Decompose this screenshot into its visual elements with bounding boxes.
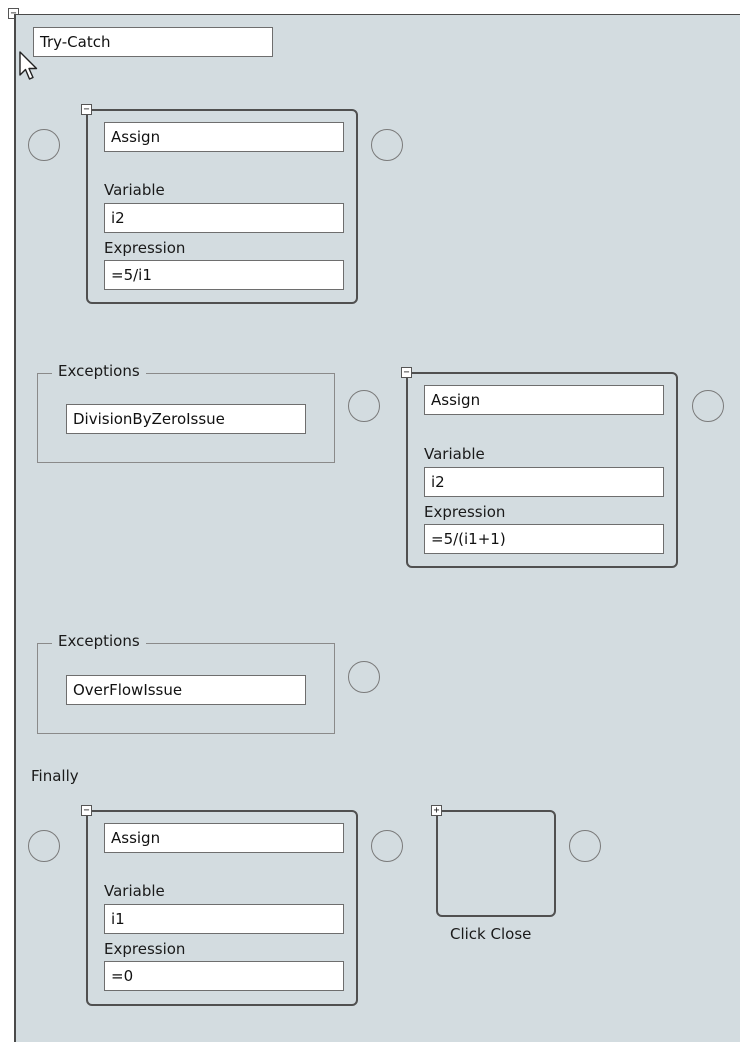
finally-collapsed-expand-toggle[interactable]: + (431, 805, 442, 816)
catch-2-exceptions-group: Exceptions OverFlowIssue (37, 632, 335, 734)
finally-assign-collapse-toggle[interactable]: − (81, 805, 92, 816)
finally-label: Finally (31, 767, 79, 785)
finally-collapsed-activity-caption: Click Close (450, 925, 532, 943)
finally-connector-right[interactable] (569, 830, 601, 862)
try-assign-variable-label: Variable (104, 181, 165, 199)
finally-connector-middle[interactable] (371, 830, 403, 862)
try-connector-right[interactable] (371, 129, 403, 161)
catch-2-connector[interactable] (348, 661, 380, 693)
finally-connector-left[interactable] (28, 830, 60, 862)
mouse-pointer-icon (19, 51, 38, 80)
catch-1-exceptions-group: Exceptions DivisionByZeroIssue (37, 362, 335, 463)
finally-assign-expression-field[interactable]: =0 (104, 961, 344, 991)
finally-collapsed-activity[interactable]: + (431, 805, 556, 917)
catch-1-assign-activity[interactable]: − Assign Variable i2 Expression =5/(i1+1… (401, 367, 678, 568)
catch-1-assign-expression-field[interactable]: =5/(i1+1) (424, 524, 664, 554)
catch-2-exceptions-legend: Exceptions (52, 632, 146, 650)
catch-1-exceptions-legend: Exceptions (52, 362, 146, 380)
try-connector-left[interactable] (28, 129, 60, 161)
finally-assign-title-field[interactable]: Assign (104, 823, 344, 853)
try-catch-title-field[interactable]: Try-Catch (33, 27, 273, 57)
finally-assign-expression-label: Expression (104, 940, 186, 958)
try-catch-container: Try-Catch − Assign Variable i2 Expressio… (14, 14, 740, 1042)
catch-1-exception-type-field[interactable]: DivisionByZeroIssue (66, 404, 306, 434)
try-assign-expression-label: Expression (104, 239, 186, 257)
catch-1-connector-right[interactable] (692, 390, 724, 422)
try-assign-collapse-toggle[interactable]: − (81, 104, 92, 115)
try-assign-expression-field[interactable]: =5/i1 (104, 260, 344, 290)
catch-1-assign-expression-label: Expression (424, 503, 506, 521)
catch-1-assign-title-field[interactable]: Assign (424, 385, 664, 415)
finally-assign-activity[interactable]: − Assign Variable i1 Expression =0 (81, 805, 358, 1006)
try-assign-variable-field[interactable]: i2 (104, 203, 344, 233)
catch-1-assign-collapse-toggle[interactable]: − (401, 367, 412, 378)
try-assign-title-field[interactable]: Assign (104, 122, 344, 152)
catch-1-assign-variable-label: Variable (424, 445, 485, 463)
catch-2-exception-type-field[interactable]: OverFlowIssue (66, 675, 306, 705)
catch-1-assign-variable-field[interactable]: i2 (424, 467, 664, 497)
finally-assign-variable-label: Variable (104, 882, 165, 900)
try-assign-activity[interactable]: − Assign Variable i2 Expression =5/i1 (81, 104, 358, 304)
finally-assign-variable-field[interactable]: i1 (104, 904, 344, 934)
catch-1-connector-left[interactable] (348, 390, 380, 422)
